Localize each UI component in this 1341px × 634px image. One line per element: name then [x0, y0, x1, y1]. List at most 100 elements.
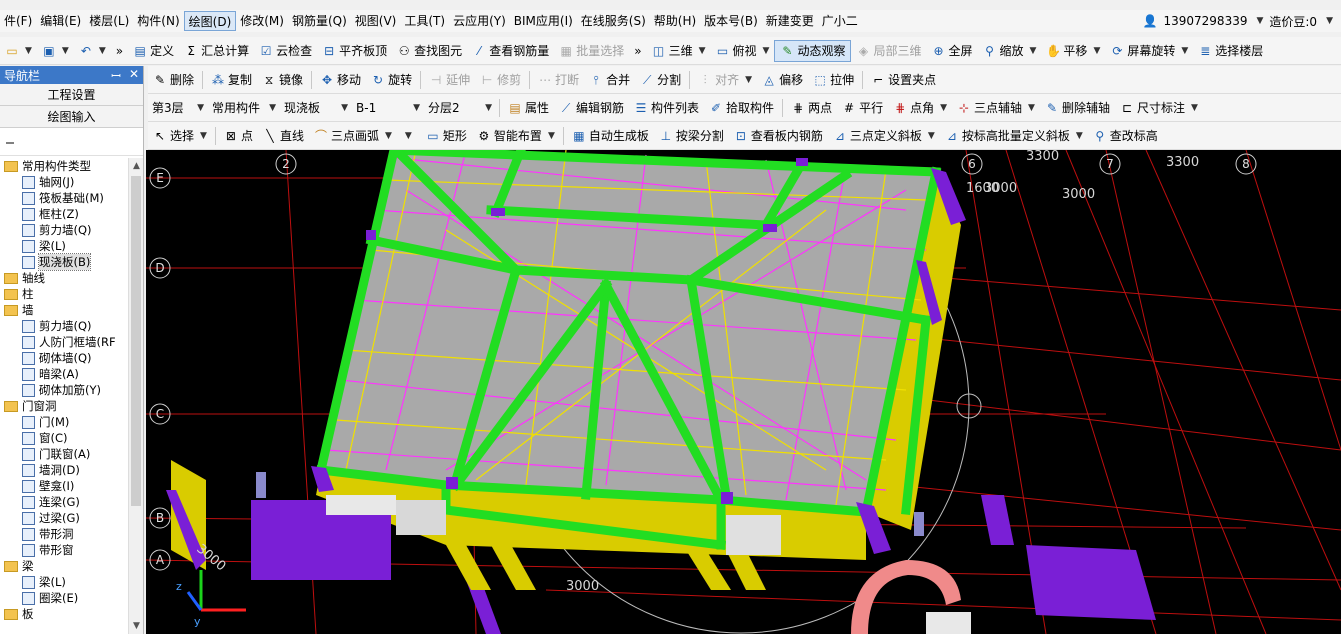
user-account[interactable]: 13907298339 — [1163, 14, 1247, 28]
edit-rebar-button[interactable]: ⟋ 编辑钢筋 — [554, 97, 629, 119]
define-button[interactable]: ▤ 定义 — [128, 40, 179, 62]
save-button[interactable]: ▣ ▼ — [37, 40, 74, 62]
mirror-button[interactable]: ⧖ 镜像 — [257, 69, 308, 91]
collapse-icon[interactable]: ⎯ — [6, 132, 14, 151]
merge-button[interactable]: ⫯ 合并 — [584, 69, 635, 91]
delete-aux-button[interactable]: ✎ 删除辅轴 — [1040, 97, 1115, 119]
tree-item[interactable]: 墙洞(D) — [0, 462, 128, 478]
floor-select[interactable]: 第3层 ▼ — [148, 98, 208, 118]
tree-item[interactable]: 砌体加筋(Y) — [0, 382, 128, 398]
tab-drawing-input[interactable]: 绘图输入 — [0, 106, 143, 128]
tab-project-settings[interactable]: 工程设置 — [0, 84, 143, 106]
tree-item[interactable]: 人防门框墙(RF — [0, 334, 128, 350]
move-button[interactable]: ✥ 移动 — [315, 69, 366, 91]
menu-item-0[interactable]: 件(F) — [0, 11, 36, 31]
three-point-aux-button[interactable]: ⊹ 三点辅轴 ▼ — [952, 97, 1040, 119]
tree-item[interactable]: 连梁(G) — [0, 494, 128, 510]
tree-item[interactable]: 现浇板(B) — [0, 253, 128, 271]
layer-select[interactable]: 分层2 ▼ — [424, 98, 496, 118]
cloud-check-button[interactable]: ☑ 云检查 — [254, 40, 317, 62]
menu-item-3[interactable]: 构件(N) — [133, 11, 183, 31]
rect-button[interactable]: ▭ 矩形 — [421, 125, 472, 147]
check-elevation-button[interactable]: ⚲ 查改标高 — [1088, 125, 1163, 147]
rotate-screen-button[interactable]: ⟳ 屏幕旋转 ▼ — [1105, 40, 1193, 62]
scroll-down-icon[interactable]: ▼ — [129, 618, 144, 634]
tree-item[interactable]: 窗(C) — [0, 430, 128, 446]
auto-generate-button[interactable]: ▦ 自动生成板 — [567, 125, 654, 147]
arc-button[interactable]: ⌒ 三点画弧 ▼ — [309, 125, 397, 147]
toolbar-overflow[interactable]: » — [111, 40, 128, 62]
tree-item[interactable]: 暗梁(A) — [0, 366, 128, 382]
3d-viewport[interactable]: E D C B A 2 6 7 8 3300 3300 1600 3000 3000 3000 3000 z … — [146, 150, 1341, 634]
menu-item-6[interactable]: 钢筋量(Q) — [288, 11, 351, 31]
tree-folder[interactable]: 轴线 — [0, 270, 128, 286]
open-button[interactable]: ▭ ▼ — [0, 40, 37, 62]
menu-item-9[interactable]: 云应用(Y) — [449, 11, 510, 31]
properties-button[interactable]: ▤ 属性 — [503, 97, 554, 119]
tree-folder[interactable]: 常用构件类型 — [0, 158, 128, 174]
menu-item-15[interactable]: 广小二 — [818, 11, 862, 31]
tree-item[interactable]: 带形洞 — [0, 526, 128, 542]
pan-button[interactable]: ✋ 平移 ▼ — [1041, 40, 1105, 62]
type-select[interactable]: 现浇板 ▼ — [280, 98, 352, 118]
point-angle-button[interactable]: ⋕ 点角 ▼ — [888, 97, 952, 119]
extend-button[interactable]: ⊣ 延伸 — [424, 69, 475, 91]
menu-item-11[interactable]: 在线服务(S) — [577, 11, 650, 31]
arc-dropdown[interactable]: ▼ — [397, 125, 421, 147]
delete-button[interactable]: ✎ 删除 — [148, 69, 199, 91]
pin-icon[interactable]: ꟷ — [111, 67, 121, 84]
menu-item-8[interactable]: 工具(T) — [400, 11, 449, 31]
tree-item[interactable]: 梁(L) — [0, 574, 128, 590]
summary-button[interactable]: Σ 汇总计算 — [179, 40, 254, 62]
two-points-button[interactable]: ⋕ 两点 — [786, 97, 837, 119]
offset-button[interactable]: ◬ 偏移 — [757, 69, 808, 91]
tree-folder[interactable]: 门窗洞 — [0, 398, 128, 414]
zoom-button[interactable]: ⚲ 缩放 ▼ — [977, 40, 1041, 62]
menu-item-7[interactable]: 视图(V) — [351, 11, 401, 31]
menu-item-2[interactable]: 楼层(L) — [85, 11, 133, 31]
tree-folder[interactable]: 墙 — [0, 302, 128, 318]
stretch-button[interactable]: ⬚ 拉伸 — [808, 69, 859, 91]
set-grip-button[interactable]: ⌐ 设置夹点 — [866, 69, 941, 91]
tree-item[interactable]: 剪力墙(Q) — [0, 318, 128, 334]
align-button[interactable]: ⫶ 对齐 ▼ — [693, 69, 757, 91]
menu-item-13[interactable]: 版本号(B) — [700, 11, 762, 31]
tree-item[interactable]: 剪力墙(Q) — [0, 222, 128, 238]
beans-balance[interactable]: 造价豆:0 — [1269, 13, 1317, 30]
tree-item[interactable]: 壁龛(I) — [0, 478, 128, 494]
tree-folder[interactable]: 板 — [0, 606, 128, 622]
split-button[interactable]: ⟋ 分割 — [635, 69, 686, 91]
tree-item[interactable]: 砌体墙(Q) — [0, 350, 128, 366]
select-button[interactable]: ↖ 选择 ▼ — [148, 125, 212, 147]
tree-item[interactable]: 门联窗(A) — [0, 446, 128, 462]
tree-folder[interactable]: 梁 — [0, 558, 128, 574]
tree-item[interactable]: 框柱(Z) — [0, 206, 128, 222]
tree-item[interactable]: 带形窗 — [0, 542, 128, 558]
dimension-button[interactable]: ⊏ 尺寸标注 ▼ — [1115, 97, 1203, 119]
tree-item[interactable]: 筏板基础(M) — [0, 190, 128, 206]
select-floor-button[interactable]: ≣ 选择楼层 — [1193, 40, 1268, 62]
find-element-button[interactable]: ⚇ 查找图元 — [392, 40, 467, 62]
menu-item-10[interactable]: BIM应用(I) — [510, 11, 577, 31]
scroll-thumb[interactable] — [131, 176, 141, 506]
menu-item-1[interactable]: 编辑(E) — [36, 11, 85, 31]
toolbar-overflow-2[interactable]: » — [629, 40, 646, 62]
category-select[interactable]: 常用构件 ▼ — [208, 98, 280, 118]
undo-button[interactable]: ↶ ▼ — [74, 40, 111, 62]
tree-scrollbar[interactable]: ▲ ▼ — [128, 158, 143, 634]
dynamic-view-button[interactable]: ✎ 动态观察 — [774, 39, 852, 62]
menu-item-4[interactable]: 绘图(D) — [183, 11, 237, 31]
scroll-up-icon[interactable]: ▲ — [129, 158, 144, 174]
tree-folder[interactable]: 柱 — [0, 286, 128, 302]
menu-item-14[interactable]: 新建变更 — [762, 11, 818, 31]
model-canvas[interactable]: EDCBA2 6 7 83300 330016003000 300030003000 z … — [146, 150, 1341, 634]
view-3d-button[interactable]: ◫ 三维 ▼ — [647, 40, 711, 62]
tree-item[interactable]: 梁(L) — [0, 238, 128, 254]
three-point-slope-button[interactable]: ⊿ 三点定义斜板 ▼ — [828, 125, 940, 147]
fullscreen-button[interactable]: ⊕ 全屏 — [926, 40, 977, 62]
point-button[interactable]: ⊠ 点 — [219, 125, 258, 147]
view-inner-rebar-button[interactable]: ⊡ 查看板内钢筋 — [729, 125, 828, 147]
tree-item[interactable]: 轴网(J) — [0, 174, 128, 190]
tree-item[interactable]: 过梁(G) — [0, 510, 128, 526]
flush-top-button[interactable]: ⊟ 平齐板顶 — [317, 40, 392, 62]
